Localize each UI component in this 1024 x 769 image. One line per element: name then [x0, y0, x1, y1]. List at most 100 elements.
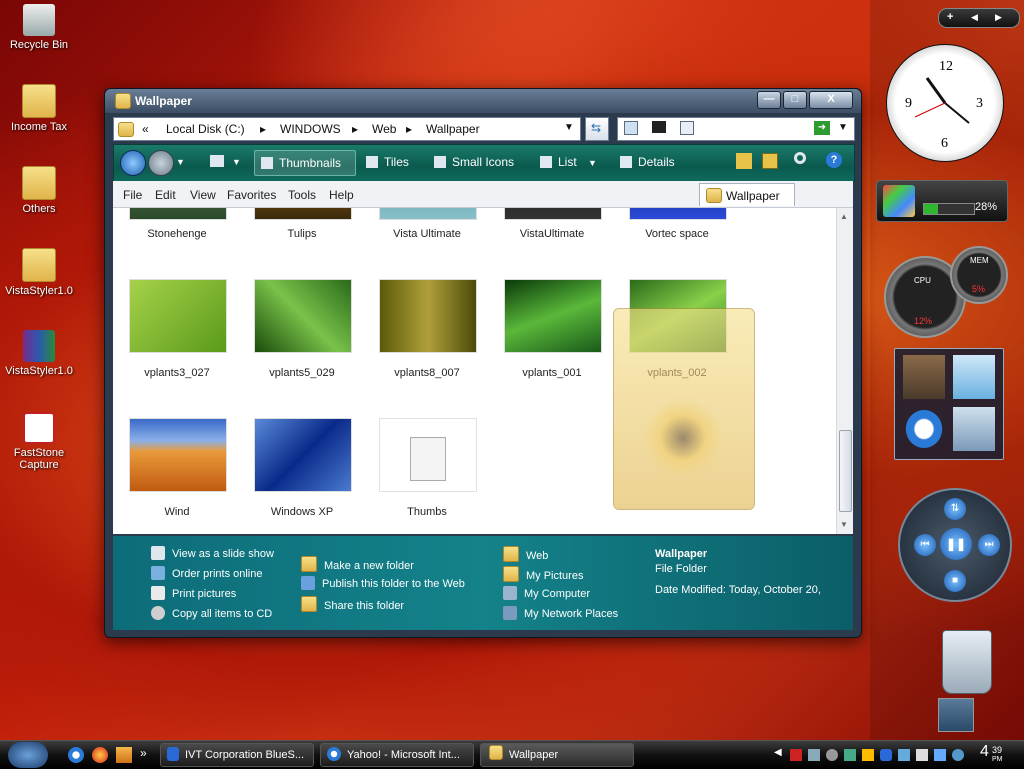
vistastyler-archive[interactable]: VistaStyler1.0 — [4, 330, 74, 377]
task-order-prints[interactable]: Order prints online — [151, 566, 263, 580]
scrollbar-thumb[interactable] — [839, 430, 852, 512]
chevron-up-icon[interactable]: ▲ — [840, 212, 848, 221]
firefox-icon[interactable] — [92, 747, 108, 763]
tiles-view-button[interactable]: Tiles — [366, 155, 409, 169]
clock-gadget[interactable]: 12 3 6 9 — [886, 44, 1004, 162]
command-prompt-icon[interactable] — [652, 121, 666, 133]
paint-brushes-icon[interactable] — [903, 355, 945, 399]
folder-up-icon[interactable] — [736, 153, 752, 169]
quicklaunch-more[interactable]: » — [140, 746, 147, 760]
vertical-scrollbar[interactable]: ▲ ▼ — [836, 208, 853, 534]
close-button[interactable]: X — [809, 91, 853, 109]
image-thumbnail — [379, 418, 477, 492]
chevron-down-icon[interactable]: ▼ — [232, 157, 241, 167]
taskbar-button-yahoo[interactable]: Yahoo! - Microsoft Int... — [320, 743, 474, 767]
others-folder[interactable]: Others — [4, 166, 74, 215]
help-icon[interactable]: ? — [826, 152, 842, 168]
tray-settings-icon[interactable] — [826, 749, 838, 761]
go-arrow-icon[interactable]: ➜ — [814, 121, 830, 135]
tray-app-icon[interactable] — [952, 749, 964, 761]
address-bar[interactable]: « Local Disk (C:) ▸ WINDOWS ▸ Web ▸ Wall… — [113, 117, 581, 141]
task-new-folder[interactable]: Make a new folder — [301, 556, 414, 572]
chevron-down-icon[interactable]: ▼ — [564, 122, 574, 133]
views-icon[interactable] — [210, 155, 224, 167]
tray-app-icon[interactable] — [844, 749, 856, 761]
details-view-button[interactable]: Details — [620, 155, 675, 169]
shuffle-button[interactable]: ⇅ — [944, 498, 966, 520]
back-button[interactable] — [120, 150, 146, 176]
chevron-right-icon[interactable]: ▸ — [406, 122, 412, 136]
breadcrumb-wallpaper[interactable]: Wallpaper — [426, 122, 480, 136]
menu-edit[interactable]: Edit — [155, 188, 176, 202]
search-icon[interactable] — [794, 152, 806, 164]
menu-tools[interactable]: Tools — [288, 188, 316, 202]
menu-help[interactable]: Help — [329, 188, 354, 202]
tray-warning-icon[interactable] — [790, 749, 802, 761]
chevron-down-icon[interactable]: ▼ — [588, 158, 597, 168]
place-my-computer[interactable]: My Computer — [503, 586, 590, 600]
menu-view[interactable]: View — [190, 188, 216, 202]
next-track-button[interactable]: ⏭ — [978, 534, 1000, 556]
vistastyler-folder[interactable]: VistaStyler1.0 — [4, 248, 74, 297]
task-publish-web[interactable]: Publish this folder to the Web — [301, 576, 465, 590]
title-bar[interactable]: Wallpaper — □ X — [105, 89, 861, 113]
add-gadget-button[interactable]: + — [947, 11, 953, 23]
chevron-down-icon[interactable]: ▼ — [840, 520, 848, 529]
income-tax-folder[interactable]: Income Tax — [4, 84, 74, 133]
tray-bluetooth-icon[interactable] — [880, 749, 892, 761]
tray-app-icon[interactable] — [898, 749, 910, 761]
internet-explorer-icon[interactable] — [903, 407, 945, 451]
minimize-button[interactable]: — — [757, 91, 781, 109]
clock[interactable]: 4 39 PM — [980, 743, 1003, 763]
maximize-button[interactable]: □ — [783, 91, 807, 109]
pause-button[interactable]: ❚❚ — [940, 528, 972, 560]
menu-favorites[interactable]: Favorites — [227, 188, 276, 202]
small-icons-view-button[interactable]: Small Icons — [434, 155, 514, 169]
previous-track-button[interactable]: ⏮ — [914, 534, 936, 556]
refresh-button[interactable]: ⇆ — [585, 117, 609, 141]
list-view-button[interactable]: List ▼ — [540, 155, 597, 169]
place-my-pictures[interactable]: My Pictures — [503, 566, 583, 582]
search-box[interactable]: ➜ ▼ — [617, 117, 855, 141]
taskbar-button-wallpaper[interactable]: Wallpaper — [480, 743, 634, 767]
breadcrumb-local-disk[interactable]: Local Disk (C:) — [166, 122, 245, 136]
folder-tab[interactable]: Wallpaper — [699, 183, 795, 206]
chevron-right-icon[interactable]: ▸ — [352, 122, 358, 136]
computer-monitor-icon[interactable] — [953, 407, 995, 451]
recycle-bin-gadget-icon[interactable] — [942, 630, 992, 694]
place-network[interactable]: My Network Places — [503, 606, 618, 620]
task-share-folder[interactable]: Share this folder — [301, 596, 404, 612]
chevron-down-icon[interactable]: ▼ — [838, 122, 848, 133]
window-icon[interactable] — [680, 121, 694, 135]
start-button[interactable] — [8, 742, 48, 768]
tray-app-icon[interactable] — [862, 749, 874, 761]
breadcrumb-web[interactable]: Web — [372, 122, 396, 136]
task-print[interactable]: Print pictures — [151, 586, 236, 600]
paint-icon[interactable] — [116, 747, 132, 763]
folder-options-icon[interactable] — [762, 153, 778, 169]
tray-volume-icon[interactable] — [916, 749, 928, 761]
tray-monitor-icon[interactable] — [934, 749, 946, 761]
stop-button[interactable]: ■ — [944, 570, 966, 592]
place-web[interactable]: Web — [503, 546, 548, 562]
notepad-icon[interactable] — [953, 355, 995, 399]
faststone-capture-shortcut[interactable]: FastStone Capture — [4, 412, 74, 471]
chevron-right-icon[interactable]: ▸ — [260, 122, 266, 136]
thumbnails-view-button[interactable]: Thumbnails — [254, 150, 356, 176]
menu-file[interactable]: File — [123, 188, 142, 202]
chevron-down-icon[interactable]: ▼ — [176, 157, 185, 167]
breadcrumb-windows[interactable]: WINDOWS — [280, 122, 341, 136]
taskbar-button-bluesoleil[interactable]: IVT Corporation BlueS... — [160, 743, 314, 767]
task-slideshow[interactable]: View as a slide show — [151, 546, 274, 560]
recycle-bin-desktop-icon[interactable]: Recycle Bin — [4, 4, 74, 51]
tray-expand-icon[interactable]: ◀ — [774, 747, 782, 758]
download-arrow-icon[interactable] — [938, 698, 974, 732]
prev-icon[interactable]: ◀ — [971, 12, 978, 23]
tray-network-icon[interactable] — [808, 749, 820, 761]
task-copy-cd[interactable]: Copy all items to CD — [151, 606, 272, 620]
internet-explorer-icon[interactable] — [68, 747, 84, 763]
breadcrumb-overflow[interactable]: « — [142, 122, 149, 136]
copy-icon[interactable] — [624, 121, 638, 135]
next-icon[interactable]: ▶ — [995, 12, 1002, 23]
forward-button[interactable] — [148, 150, 174, 176]
